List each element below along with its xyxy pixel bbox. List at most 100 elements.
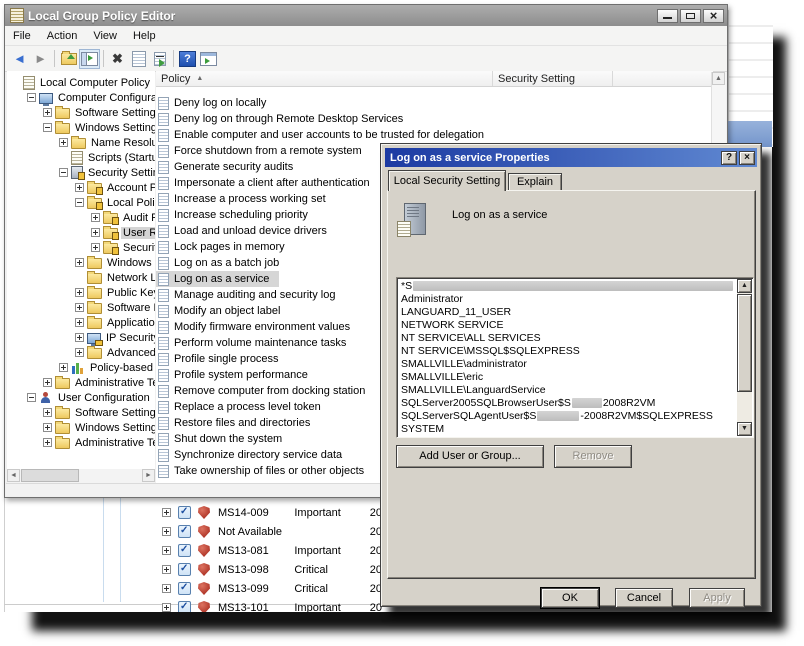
scroll-up-button[interactable]: ▲: [737, 279, 752, 293]
tree-item[interactable]: Security Settings: [7, 165, 155, 180]
tree-item[interactable]: Security Options: [7, 240, 155, 255]
maximize-button[interactable]: [680, 9, 701, 23]
policy-row[interactable]: Enable computer and user accounts to be …: [156, 127, 713, 143]
patch-checkbox[interactable]: [178, 601, 191, 612]
collapse-minus-icon[interactable]: [43, 123, 52, 132]
tree-item[interactable]: Computer Configuration: [7, 90, 155, 105]
cancel-button[interactable]: Cancel: [615, 588, 673, 608]
tree-item[interactable]: Audit Policy: [7, 210, 155, 225]
patch-row[interactable]: MS13-099Critical20: [154, 579, 382, 598]
account-row[interactable]: NETWORK SERVICE: [399, 319, 736, 332]
ok-button[interactable]: OK: [541, 588, 599, 608]
expand-plus-icon[interactable]: [43, 408, 52, 417]
window-titlebar[interactable]: Local Group Policy Editor: [5, 5, 727, 26]
expand-plus-icon[interactable]: [75, 318, 84, 327]
patch-checkbox[interactable]: [178, 582, 191, 595]
expand-plus-icon[interactable]: [162, 603, 171, 612]
expand-plus-icon[interactable]: [75, 333, 84, 342]
new-window-icon[interactable]: [198, 49, 219, 69]
tree-item[interactable]: Windows Firewall with Advanced Security: [7, 255, 155, 270]
expand-plus-icon[interactable]: [59, 138, 68, 147]
tree-item[interactable]: Policy-based QoS: [7, 360, 155, 375]
patch-checkbox[interactable]: [178, 525, 191, 538]
apply-button[interactable]: Apply: [689, 588, 745, 608]
expand-plus-icon[interactable]: [162, 565, 171, 574]
tree-horizontal-scrollbar[interactable]: ◄ ►: [7, 469, 155, 483]
tab-explain[interactable]: Explain: [508, 173, 562, 191]
expand-plus-icon[interactable]: [162, 527, 171, 536]
collapse-minus-icon[interactable]: [27, 393, 36, 402]
menu-item-help[interactable]: Help: [125, 30, 164, 42]
expand-plus-icon[interactable]: [91, 213, 100, 222]
account-row[interactable]: SYSTEM: [399, 423, 736, 436]
expand-plus-icon[interactable]: [43, 108, 52, 117]
tree-item[interactable]: Advanced Audit Policy Configuration: [7, 345, 155, 360]
expand-plus-icon[interactable]: [43, 378, 52, 387]
expand-plus-icon[interactable]: [43, 423, 52, 432]
collapse-minus-icon[interactable]: [27, 93, 36, 102]
policy-row[interactable]: Log on as a service: [156, 271, 279, 287]
tree-item[interactable]: Public Key Policies: [7, 285, 155, 300]
tree-item[interactable]: User Rights Assignment: [7, 225, 155, 240]
tree-item[interactable]: Scripts (Startup/Shutdown): [7, 150, 155, 165]
properties-icon[interactable]: [128, 49, 149, 69]
patch-checkbox[interactable]: [178, 563, 191, 576]
collapse-minus-icon[interactable]: [75, 198, 84, 207]
listbox-scrollbar[interactable]: ▲ ▼: [737, 279, 752, 436]
expand-plus-icon[interactable]: [162, 584, 171, 593]
account-row[interactable]: NT SERVICE\MSSQL$SQLEXPRESS: [399, 345, 736, 358]
help-icon[interactable]: ?: [177, 49, 198, 69]
expand-plus-icon[interactable]: [75, 348, 84, 357]
account-row[interactable]: SMALLVILLE\eric: [399, 371, 736, 384]
tree-item[interactable]: Local Policies: [7, 195, 155, 210]
patch-checkbox[interactable]: [178, 544, 191, 557]
expand-plus-icon[interactable]: [162, 546, 171, 555]
expand-plus-icon[interactable]: [43, 438, 52, 447]
collapse-minus-icon[interactable]: [59, 168, 68, 177]
close-button[interactable]: [703, 9, 724, 23]
scroll-down-button[interactable]: ▼: [737, 422, 752, 436]
patch-row[interactable]: MS13-101Important20: [154, 598, 382, 612]
expand-plus-icon[interactable]: [59, 363, 68, 372]
patch-row[interactable]: MS13-081Important20: [154, 541, 382, 560]
tree-item[interactable]: Windows Settings: [7, 120, 155, 135]
dialog-help-button[interactable]: ?: [721, 151, 737, 165]
menu-item-action[interactable]: Action: [39, 30, 86, 42]
tree-item[interactable]: Software Restriction Policies: [7, 300, 155, 315]
scrollbar-thumb[interactable]: [737, 294, 752, 392]
tree-item[interactable]: Name Resolution Policy: [7, 135, 155, 150]
back-icon[interactable]: ◄: [9, 49, 30, 69]
console-tree-icon[interactable]: [79, 49, 100, 69]
column-header-policy[interactable]: Policy ▲: [156, 71, 493, 86]
menu-item-file[interactable]: File: [5, 30, 39, 42]
policy-row[interactable]: Deny log on locally: [156, 95, 713, 111]
account-row[interactable]: SQLServer2005SQLBrowserUser$S2008R2VM: [399, 397, 736, 410]
account-row[interactable]: *S: [399, 280, 736, 293]
tree-item[interactable]: Administrative Templates: [7, 375, 155, 390]
menu-item-view[interactable]: View: [85, 30, 125, 42]
account-row[interactable]: SMALLVILLE\administrator: [399, 358, 736, 371]
scroll-left-button[interactable]: ◄: [7, 469, 20, 482]
scroll-up-button[interactable]: ▲: [712, 72, 725, 85]
expand-plus-icon[interactable]: [75, 303, 84, 312]
add-user-or-group-button[interactable]: Add User or Group...: [396, 445, 544, 468]
patch-checkbox[interactable]: [178, 506, 191, 519]
dialog-titlebar[interactable]: Log on as a service Properties ? ×: [385, 148, 757, 167]
policy-row[interactable]: Deny log on through Remote Desktop Servi…: [156, 111, 713, 127]
patch-row[interactable]: MS14-009Important20: [154, 503, 382, 522]
minimize-button[interactable]: [657, 9, 678, 23]
export-list-icon[interactable]: [149, 49, 170, 69]
account-row[interactable]: Administrator: [399, 293, 736, 306]
account-row[interactable]: NT SERVICE\ALL SERVICES: [399, 332, 736, 345]
forward-icon[interactable]: ►: [30, 49, 51, 69]
tree-item[interactable]: Application Control Policies: [7, 315, 155, 330]
patch-row[interactable]: MS13-098Critical20: [154, 560, 382, 579]
tree-item[interactable]: Software Settings: [7, 105, 155, 120]
remove-button[interactable]: Remove: [554, 445, 632, 468]
tree-item[interactable]: Local Computer Policy: [7, 75, 155, 90]
patch-row[interactable]: Not Available20: [154, 522, 382, 541]
expand-plus-icon[interactable]: [75, 183, 84, 192]
expand-plus-icon[interactable]: [91, 228, 100, 237]
account-row[interactable]: SQLServerSQLAgentUser$S-2008R2VM$SQLEXPR…: [399, 410, 736, 423]
tree-item[interactable]: IP Security Policies on Local Computer: [7, 330, 155, 345]
